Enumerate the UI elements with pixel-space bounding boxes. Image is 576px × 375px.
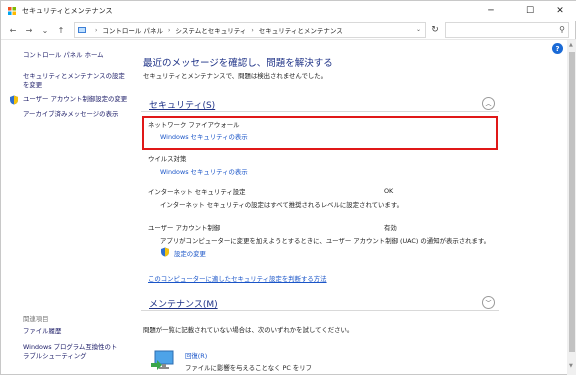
uac-desc: アプリがコンピューターに変更を加えようとするときに、ユーザー アカウント制御 (… <box>160 237 491 245</box>
maintenance-section-header[interactable]: メンテナンス(M) ﹀ <box>141 296 499 311</box>
forward-arrow-icon[interactable]: → <box>23 24 35 36</box>
sidebar-item-change-settings[interactable]: セキュリティとメンテナンスの設定を変更 <box>23 72 128 90</box>
scrollbar-thumb[interactable] <box>569 52 575 352</box>
recovery-monitor-icon <box>151 350 174 370</box>
maximize-button[interactable]: ☐ <box>513 1 547 21</box>
uac-title: ユーザー アカウント制御 <box>148 224 221 232</box>
collapse-chevron-icon[interactable]: ︿ <box>482 97 495 110</box>
breadcrumb-separator: › <box>95 26 98 34</box>
section-divider <box>141 310 499 311</box>
security-section-header[interactable]: セキュリティ(S) ︿ <box>141 97 499 112</box>
scroll-up-icon[interactable]: ▲ <box>569 42 573 48</box>
vertical-scrollbar[interactable]: ▲ ▼ <box>567 40 576 375</box>
internet-security-status: OK <box>384 187 394 195</box>
minimize-button[interactable]: ─ <box>474 1 508 21</box>
related-header: 関連項目 <box>23 315 49 323</box>
shield-icon <box>161 247 169 257</box>
window-title: セキュリティとメンテナンス <box>22 7 113 15</box>
sidebar-item-file-history[interactable]: ファイル履歴 <box>23 327 61 336</box>
sidebar-item-archived-messages[interactable]: アーカイブ済みメッセージの表示 <box>23 110 118 119</box>
antivirus-title: ウイルス対策 <box>148 155 187 163</box>
section-divider <box>141 111 499 112</box>
maintenance-section-label[interactable]: メンテナンス(M) <box>149 297 218 310</box>
recovery-link[interactable]: 回復(R) <box>185 351 207 360</box>
main-content: 最近のメッセージを確認し、問題を解決する セキュリティとメンテナンスで、問題は検… <box>141 40 561 375</box>
control-panel-window: セキュリティとメンテナンス ─ ☐ ✕ ← → ⌄ ↑ › コントロール パネル… <box>0 0 576 375</box>
up-arrow-icon[interactable]: ↑ <box>55 24 67 36</box>
breadcrumb-separator: › <box>251 26 254 34</box>
internet-security-desc: インターネット セキュリティの設定はすべて推奨されるレベルに設定されています。 <box>160 201 403 209</box>
page-subtitle: セキュリティとメンテナンスで、問題は検出されませんでした。 <box>143 72 328 80</box>
sidebar-item-uac-settings[interactable]: ユーザー アカウント制御設定の変更 <box>23 95 127 104</box>
recent-locations-chevron-icon[interactable]: ⌄ <box>39 24 51 36</box>
uac-change-settings-link[interactable]: 設定の変更 <box>174 249 206 258</box>
sidebar: コントロール パネル ホーム セキュリティとメンテナンスの設定を変更 ユーザー … <box>1 40 133 375</box>
antivirus-view-link[interactable]: Windows セキュリティの表示 <box>160 167 248 176</box>
sidebar-item-control-panel-home[interactable]: コントロール パネル ホーム <box>23 51 104 60</box>
sidebar-item-compat-troubleshooter[interactable]: Windows プログラム互換性のトラブルシューティング <box>23 343 123 361</box>
shield-icon <box>10 95 18 105</box>
control-panel-icon <box>78 27 86 33</box>
title-bar: セキュリティとメンテナンス ─ ☐ ✕ <box>1 1 576 21</box>
breadcrumb-control-panel[interactable]: コントロール パネル <box>102 25 163 35</box>
security-flag-icon <box>8 7 16 15</box>
refresh-icon[interactable]: ↻ <box>429 24 441 36</box>
expand-chevron-icon[interactable]: ﹀ <box>482 296 495 309</box>
firewall-title: ネットワーク ファイアウォール <box>148 121 240 129</box>
uac-status: 有効 <box>384 224 397 232</box>
breadcrumb-separator: › <box>167 26 171 34</box>
scroll-down-icon[interactable]: ▼ <box>569 363 573 369</box>
maintenance-desc: 問題が一覧に記載されていない場合は、次のいずれかを試してください。 <box>143 326 354 334</box>
back-arrow-icon[interactable]: ← <box>7 24 19 36</box>
internet-security-title: インターネット セキュリティ設定 <box>148 188 246 196</box>
security-section-label[interactable]: セキュリティ(S) <box>149 98 215 111</box>
search-input[interactable]: ⚲ <box>445 22 569 38</box>
page-title: 最近のメッセージを確認し、問題を解決する <box>143 58 333 69</box>
security-settings-help-link[interactable]: このコンピューターに適したセキュリティ設定を判断する方法 <box>148 274 327 283</box>
address-bar[interactable]: › コントロール パネル › システムとセキュリティ › セキュリティとメンテナ… <box>74 22 426 38</box>
breadcrumb-system-security[interactable]: システムとセキュリティ <box>175 25 246 35</box>
address-dropdown-icon[interactable]: ⌄ <box>416 26 421 33</box>
search-icon: ⚲ <box>559 25 565 34</box>
recovery-desc: ファイルに影響を与えることなく PC をリフ <box>185 364 313 372</box>
firewall-view-link[interactable]: Windows セキュリティの表示 <box>160 132 248 141</box>
breadcrumb-security-maintenance[interactable]: セキュリティとメンテナンス <box>259 25 343 35</box>
navigation-bar: ← → ⌄ ↑ › コントロール パネル › システムとセキュリティ › セキュ… <box>1 21 576 39</box>
close-button[interactable]: ✕ <box>543 1 576 21</box>
